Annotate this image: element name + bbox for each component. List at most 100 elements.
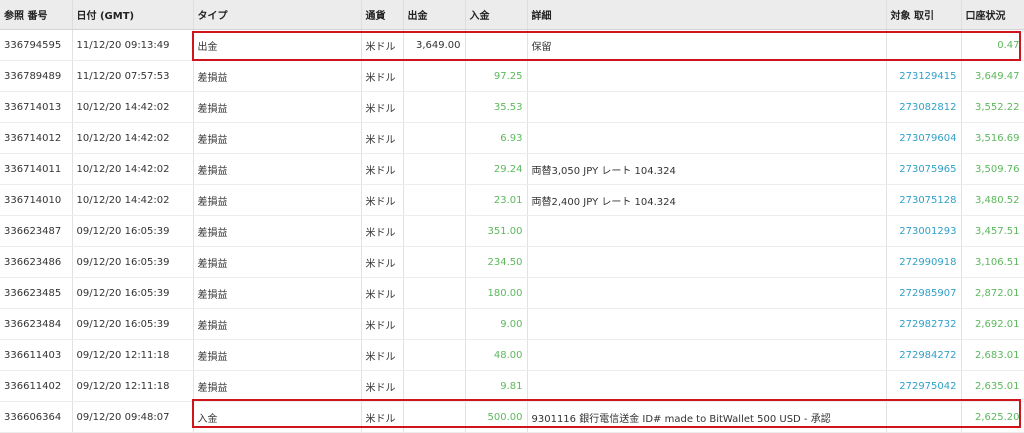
type-cell: 入金 <box>193 401 362 433</box>
balance-cell: 3,480.52 <box>961 184 1024 216</box>
ref-number-cell: 336794595 <box>0 29 73 61</box>
detail-cell <box>527 122 887 154</box>
detail-cell <box>527 277 887 309</box>
table-header-row: 参照 番号 日付 (GMT) タイプ 通貨 出金 入金 詳細 対象 取引 口座状… <box>0 0 1024 30</box>
withdrawal-amount-cell <box>403 60 466 92</box>
type-cell: 差損益 <box>193 60 362 92</box>
withdrawal-amount-cell <box>403 184 466 216</box>
currency-cell: 米ドル <box>361 401 404 433</box>
deposit-amount-cell: 23.01 <box>465 184 528 216</box>
detail-cell: 保留 <box>527 29 887 61</box>
table-row: 336623484 09/12/20 16:05:39 差損益 米ドル 9.00 2729… <box>0 308 1024 340</box>
column-header-in[interactable]: 入金 <box>465 0 528 30</box>
detail-cell <box>527 60 887 92</box>
column-header-target[interactable]: 対象 取引 <box>886 0 962 30</box>
withdrawal-amount-cell <box>403 91 466 123</box>
currency-cell: 米ドル <box>361 246 404 278</box>
withdrawal-amount-cell <box>403 246 466 278</box>
date-cell: 11/12/20 07:57:53 <box>72 60 194 92</box>
target-trade-link[interactable]: 273129415 <box>886 60 962 92</box>
balance-cell: 2,692.01 <box>961 308 1024 340</box>
column-header-detail[interactable]: 詳細 <box>527 0 887 30</box>
target-trade-link[interactable]: 273075128 <box>886 184 962 216</box>
withdrawal-amount-cell <box>403 277 466 309</box>
currency-cell: 米ドル <box>361 122 404 154</box>
column-header-out[interactable]: 出金 <box>403 0 466 30</box>
type-cell: 差損益 <box>193 277 362 309</box>
target-trade-link[interactable]: 273001293 <box>886 215 962 247</box>
date-cell: 09/12/20 16:05:39 <box>72 215 194 247</box>
date-cell: 10/12/20 14:42:02 <box>72 184 194 216</box>
detail-cell <box>527 91 887 123</box>
detail-cell: 9301116 銀行電信送金 ID# made to BitWallet 500… <box>527 401 887 433</box>
ref-number-cell: 336714012 <box>0 122 73 154</box>
deposit-amount-cell: 48.00 <box>465 339 528 371</box>
target-trade-link[interactable]: 273079604 <box>886 122 962 154</box>
deposit-amount-cell: 97.25 <box>465 60 528 92</box>
target-trade-link[interactable]: 273082812 <box>886 91 962 123</box>
balance-cell: 2,683.01 <box>961 339 1024 371</box>
currency-cell: 米ドル <box>361 60 404 92</box>
detail-cell <box>527 339 887 371</box>
withdrawal-amount-cell <box>403 339 466 371</box>
deposit-amount-cell: 6.93 <box>465 122 528 154</box>
target-trade-link[interactable]: 272985907 <box>886 277 962 309</box>
table-row: 336714012 10/12/20 14:42:02 差損益 米ドル 6.93 2730… <box>0 122 1024 154</box>
table-row: 336623487 09/12/20 16:05:39 差損益 米ドル 351.00 27… <box>0 215 1024 247</box>
table-row: 336623485 09/12/20 16:05:39 差損益 米ドル 180.00 27… <box>0 277 1024 309</box>
table-row: 336789489 11/12/20 07:57:53 差損益 米ドル 97.25 273… <box>0 60 1024 92</box>
target-trade-link[interactable]: 272975042 <box>886 370 962 402</box>
balance-cell: 2,635.01 <box>961 370 1024 402</box>
deposit-amount-cell: 500.00 <box>465 401 528 433</box>
currency-cell: 米ドル <box>361 29 404 61</box>
column-header-balance[interactable]: 口座状況 <box>961 0 1024 30</box>
currency-cell: 米ドル <box>361 91 404 123</box>
target-trade-link[interactable]: 273075965 <box>886 153 962 185</box>
table-row: 336611402 09/12/20 12:11:18 差損益 米ドル 9.81 2729… <box>0 370 1024 402</box>
withdrawal-amount-cell <box>403 122 466 154</box>
balance-cell: 3,649.47 <box>961 60 1024 92</box>
detail-cell <box>527 308 887 340</box>
table-row: 336714013 10/12/20 14:42:02 差損益 米ドル 35.53 273… <box>0 91 1024 123</box>
ref-number-cell: 336623487 <box>0 215 73 247</box>
date-cell: 09/12/20 12:11:18 <box>72 370 194 402</box>
balance-cell: 3,552.22 <box>961 91 1024 123</box>
transaction-history-table: 参照 番号 日付 (GMT) タイプ 通貨 出金 入金 詳細 対象 取引 口座状… <box>0 0 1024 433</box>
withdrawal-amount-cell <box>403 370 466 402</box>
type-cell: 差損益 <box>193 339 362 371</box>
table-row: 336714011 10/12/20 14:42:02 差損益 米ドル 29.24 両替3… <box>0 153 1024 185</box>
type-cell: 差損益 <box>193 246 362 278</box>
deposit-amount-cell: 29.24 <box>465 153 528 185</box>
column-header-type[interactable]: タイプ <box>193 0 362 30</box>
column-header-currency[interactable]: 通貨 <box>361 0 404 30</box>
currency-cell: 米ドル <box>361 339 404 371</box>
balance-cell: 3,457.51 <box>961 215 1024 247</box>
ref-number-cell: 336611402 <box>0 370 73 402</box>
table-row: 336611403 09/12/20 12:11:18 差損益 米ドル 48.00 272… <box>0 339 1024 371</box>
column-header-ref[interactable]: 参照 番号 <box>0 0 73 30</box>
balance-cell: 2,872.01 <box>961 277 1024 309</box>
table-row: 336623486 09/12/20 16:05:39 差損益 米ドル 234.50 27… <box>0 246 1024 278</box>
target-trade-link[interactable]: 272982732 <box>886 308 962 340</box>
column-header-date[interactable]: 日付 (GMT) <box>72 0 194 30</box>
date-cell: 09/12/20 12:11:18 <box>72 339 194 371</box>
withdrawal-amount-cell <box>403 215 466 247</box>
withdrawal-amount-cell <box>403 401 466 433</box>
detail-cell: 両替2,400 JPY レート 104.324 <box>527 184 887 216</box>
date-cell: 09/12/20 16:05:39 <box>72 308 194 340</box>
type-cell: 差損益 <box>193 184 362 216</box>
table-row: 336714010 10/12/20 14:42:02 差損益 米ドル 23.01 両替2… <box>0 184 1024 216</box>
target-trade-link[interactable] <box>886 29 962 61</box>
balance-cell: 3,516.69 <box>961 122 1024 154</box>
target-trade-link[interactable]: 272990918 <box>886 246 962 278</box>
type-cell: 差損益 <box>193 370 362 402</box>
ref-number-cell: 336623484 <box>0 308 73 340</box>
type-cell: 差損益 <box>193 308 362 340</box>
currency-cell: 米ドル <box>361 184 404 216</box>
target-trade-link[interactable]: 272984272 <box>886 339 962 371</box>
deposit-amount-cell: 234.50 <box>465 246 528 278</box>
ref-number-cell: 336714010 <box>0 184 73 216</box>
target-trade-link[interactable] <box>886 401 962 433</box>
type-cell: 差損益 <box>193 215 362 247</box>
withdrawal-amount-cell <box>403 153 466 185</box>
